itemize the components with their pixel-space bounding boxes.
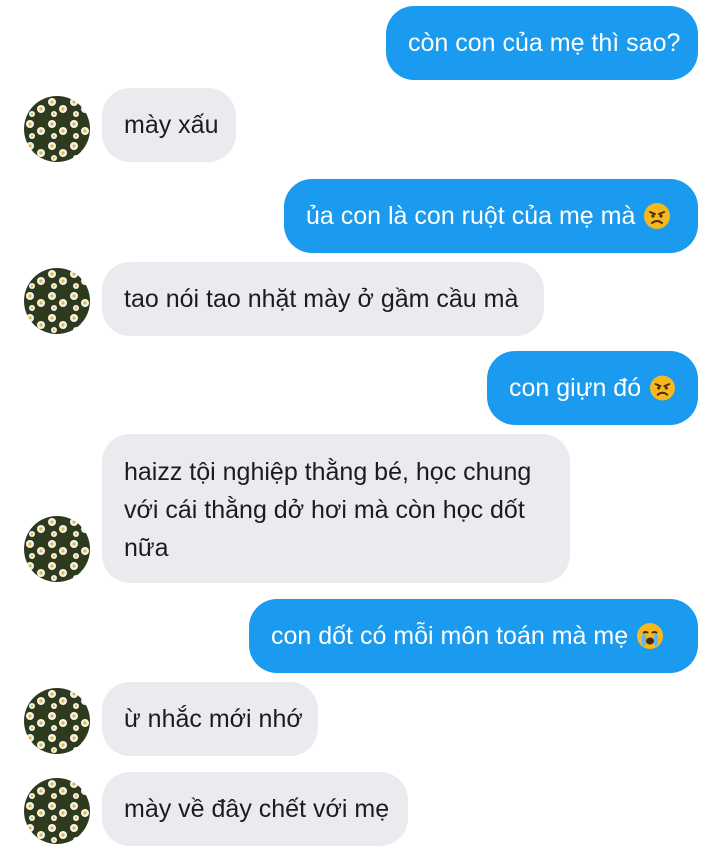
message-bubble[interactable]: haizz tội nghiệp thằng bé, học chung với… [102,434,570,583]
message-text: ừ nhắc mới nhớ [124,705,303,733]
angry-face-icon [643,202,671,230]
message-bubble[interactable]: ừ nhắc mới nhớ [102,682,318,756]
avatar[interactable] [24,778,90,844]
message-bubble[interactable]: con dốt có mỗi môn toán mà mẹ [249,599,698,673]
message-bubble[interactable]: con giựn đó [487,351,698,425]
avatar[interactable] [24,516,90,582]
avatar[interactable] [24,96,90,162]
crying-face-icon [636,622,664,650]
message-text: con dốt có mỗi môn toán mà mẹ [271,622,629,650]
message-bubble[interactable]: mày về đây chết với mẹ [102,772,408,846]
message-text: mày xấu [124,111,219,139]
message-text: mày về đây chết với mẹ [124,795,390,823]
avatar[interactable] [24,268,90,334]
avatar[interactable] [24,688,90,754]
message-bubble[interactable]: mày xấu [102,88,236,162]
angry-face-icon [649,374,676,402]
message-bubble[interactable]: còn con của mẹ thì sao? [386,6,698,80]
message-bubble[interactable]: tao nói tao nhặt mày ở gầm cầu mà [102,262,544,336]
message-text: ủa con là con ruột của mẹ mà [306,202,636,230]
message-text: tao nói tao nhặt mày ở gầm cầu mà [124,285,519,313]
message-text: con giựn đó [509,374,642,402]
message-text: haizz tội nghiệp thằng bé, học chung với… [124,458,532,562]
message-text: còn con của mẹ thì sao? [408,29,681,57]
message-bubble[interactable]: ủa con là con ruột của mẹ mà [284,179,698,253]
